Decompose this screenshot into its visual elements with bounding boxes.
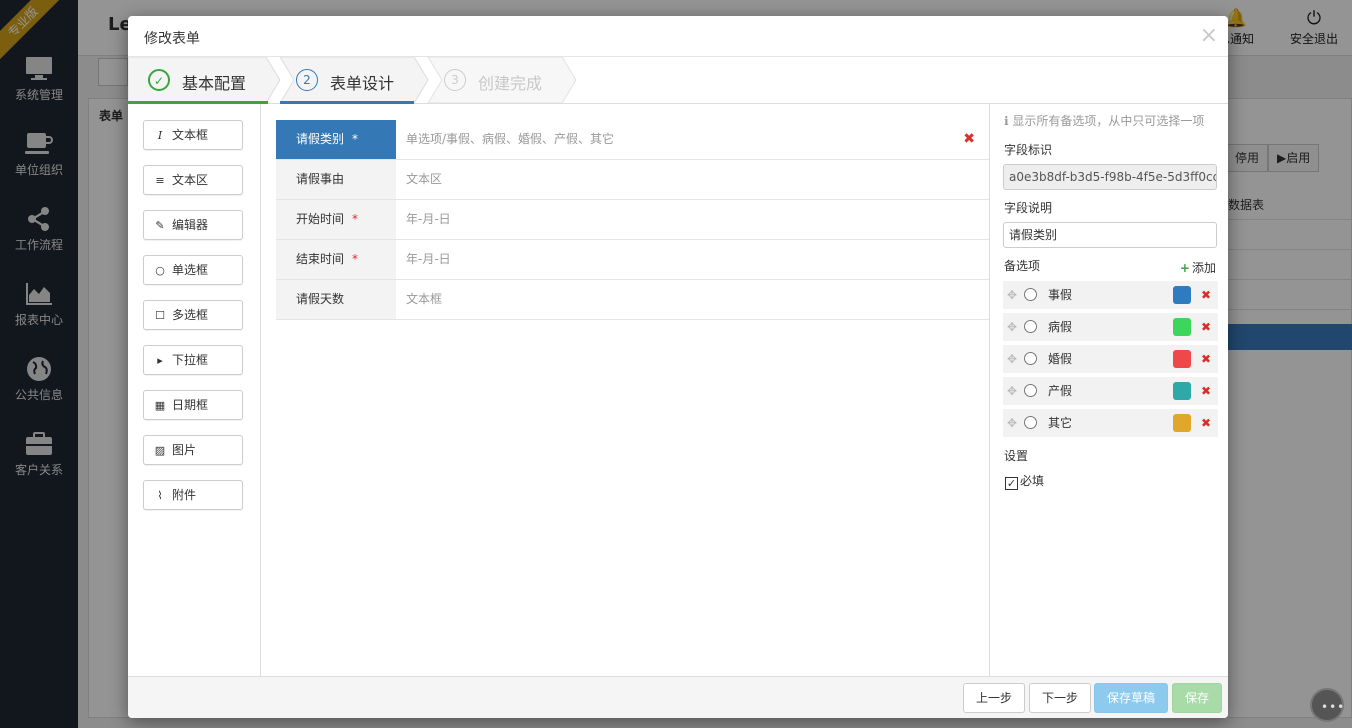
option-radio[interactable] bbox=[1024, 288, 1037, 301]
field-desc-input[interactable]: 请假类别 bbox=[1003, 222, 1217, 248]
radio-icon: ○ bbox=[155, 264, 165, 277]
control-textarea[interactable]: ≡ 文本区 bbox=[143, 165, 243, 195]
color-swatch[interactable] bbox=[1173, 414, 1191, 432]
modal-title: 修改表单 bbox=[144, 31, 200, 47]
image-icon: ▨ bbox=[154, 444, 166, 457]
drag-handle-icon[interactable]: ✥ bbox=[1007, 416, 1017, 430]
option-item[interactable]: ✥ 产假 ✖ bbox=[1003, 377, 1218, 405]
save-draft-button[interactable]: 保存草稿 bbox=[1094, 683, 1168, 713]
field-preview: 年-月-日 bbox=[406, 212, 451, 226]
field-id-input[interactable]: a0e3b8df-b3d5-f98b-4f5e-5d3ff0cc5 bbox=[1003, 164, 1217, 190]
dropdown-icon: ▸ bbox=[157, 354, 163, 367]
field-label: 请假事由 bbox=[276, 160, 396, 199]
drag-handle-icon[interactable]: ✥ bbox=[1007, 320, 1017, 334]
plus-icon: + bbox=[1179, 261, 1190, 275]
chat-bubble-icon[interactable]: ••• bbox=[1310, 688, 1344, 722]
color-swatch[interactable] bbox=[1173, 318, 1191, 336]
required-marker: * bbox=[352, 132, 359, 146]
paperclip-icon: ⌇ bbox=[157, 489, 163, 502]
checkbox-checked-icon[interactable]: ✓ bbox=[1005, 477, 1018, 490]
required-marker: * bbox=[352, 252, 359, 266]
prev-step-button[interactable]: 上一步 bbox=[963, 683, 1025, 713]
control-radio[interactable]: ○ 单选框 bbox=[143, 255, 243, 285]
option-item[interactable]: ✥ 婚假 ✖ bbox=[1003, 345, 1218, 373]
required-marker: * bbox=[352, 212, 359, 226]
delete-icon[interactable]: ✖ bbox=[1201, 288, 1211, 302]
add-option-button[interactable]: + 添加 bbox=[1180, 259, 1216, 276]
field-preview: 文本区 bbox=[406, 172, 443, 186]
drag-handle-icon[interactable]: ✥ bbox=[1007, 288, 1017, 302]
control-editor[interactable]: ✎ 编辑器 bbox=[143, 210, 243, 240]
required-checkbox[interactable]: ✓ 必填 bbox=[1005, 472, 1044, 490]
control-image[interactable]: ▨ 图片 bbox=[143, 435, 243, 465]
form-field-row[interactable]: 请假类别 * 单选项/事假、病假、婚假、产假、其它 ✖ bbox=[276, 120, 989, 160]
field-label: 开始时间 * bbox=[276, 200, 396, 239]
step-basic-config[interactable]: ✓ 基本配置 bbox=[128, 57, 268, 104]
editor-icon: ✎ bbox=[155, 219, 165, 232]
control-attachment[interactable]: ⌇ 附件 bbox=[143, 480, 243, 510]
calendar-icon: ▦ bbox=[154, 399, 166, 412]
form-field-row[interactable]: 请假事由 文本区 bbox=[276, 160, 989, 200]
field-preview: 单选项/事假、病假、婚假、产假、其它 bbox=[406, 132, 615, 146]
field-label: 请假天数 bbox=[276, 280, 396, 319]
control-palette: I 文本框 ≡ 文本区 ✎ 编辑器 ○ 单选框 ☐ 多选框 ▸ 下拉框 ▦ 日期框 ▨ 图片 ⌇… bbox=[128, 104, 261, 676]
field-label: 请假类别 * bbox=[276, 120, 396, 159]
form-field-row[interactable]: 开始时间 * 年-月-日 bbox=[276, 200, 989, 240]
edit-form-modal: 修改表单 × ✓ 基本配置 2 表单设计 3 创建完成 I 文本框 ≡ 文本区 ✎ 编… bbox=[128, 16, 1228, 718]
field-properties: ℹ 显示所有备选项，从中只可选择一项 字段标识 a0e3b8df-b3d5-f9… bbox=[989, 104, 1228, 676]
option-radio[interactable] bbox=[1024, 352, 1037, 365]
color-swatch[interactable] bbox=[1173, 286, 1191, 304]
settings-label: 设置 bbox=[1004, 449, 1029, 463]
modal-header: 修改表单 × bbox=[128, 16, 1228, 57]
delete-icon[interactable]: ✖ bbox=[1201, 416, 1211, 430]
option-item[interactable]: ✥ 病假 ✖ bbox=[1003, 313, 1218, 341]
control-date[interactable]: ▦ 日期框 bbox=[143, 390, 243, 420]
delete-icon[interactable]: ✖ bbox=[963, 132, 975, 146]
delete-icon[interactable]: ✖ bbox=[1201, 352, 1211, 366]
control-text-input[interactable]: I 文本框 bbox=[143, 120, 243, 150]
modal-footer: 上一步 下一步 保存草稿 保存 bbox=[128, 676, 1228, 718]
options-label: 备选项 bbox=[1004, 259, 1041, 273]
check-icon: ✓ bbox=[148, 69, 170, 91]
form-field-row[interactable]: 请假天数 文本框 bbox=[276, 280, 989, 320]
option-item[interactable]: ✥ 其它 ✖ bbox=[1003, 409, 1218, 437]
form-field-row[interactable]: 结束时间 * 年-月-日 bbox=[276, 240, 989, 280]
control-checkbox[interactable]: ☐ 多选框 bbox=[143, 300, 243, 330]
step-create-done[interactable]: 3 创建完成 bbox=[428, 57, 562, 103]
form-canvas: 请假类别 * 单选项/事假、病假、婚假、产假、其它 ✖ 请假事由 文本区 开始时间… bbox=[261, 104, 989, 676]
hint-text: ℹ 显示所有备选项，从中只可选择一项 bbox=[1004, 114, 1205, 128]
save-button[interactable]: 保存 bbox=[1172, 683, 1222, 713]
field-id-label: 字段标识 bbox=[1004, 143, 1053, 157]
field-preview: 年-月-日 bbox=[406, 252, 451, 266]
wizard-steps: ✓ 基本配置 2 表单设计 3 创建完成 bbox=[128, 57, 1228, 104]
step-form-design[interactable]: 2 表单设计 bbox=[280, 57, 414, 104]
option-item[interactable]: ✥ 事假 ✖ bbox=[1003, 281, 1218, 309]
option-radio[interactable] bbox=[1024, 416, 1037, 429]
textarea-icon: ≡ bbox=[155, 174, 165, 187]
close-icon[interactable]: × bbox=[1200, 23, 1218, 48]
option-radio[interactable] bbox=[1024, 320, 1037, 333]
text-input-icon: I bbox=[157, 129, 163, 142]
color-swatch[interactable] bbox=[1173, 382, 1191, 400]
delete-icon[interactable]: ✖ bbox=[1201, 384, 1211, 398]
field-preview: 文本框 bbox=[406, 292, 443, 306]
next-step-button[interactable]: 下一步 bbox=[1029, 683, 1091, 713]
field-label: 结束时间 * bbox=[276, 240, 396, 279]
drag-handle-icon[interactable]: ✥ bbox=[1007, 384, 1017, 398]
checkbox-icon: ☐ bbox=[155, 309, 165, 322]
color-swatch[interactable] bbox=[1173, 350, 1191, 368]
field-desc-label: 字段说明 bbox=[1004, 201, 1053, 215]
delete-icon[interactable]: ✖ bbox=[1201, 320, 1211, 334]
option-radio[interactable] bbox=[1024, 384, 1037, 397]
drag-handle-icon[interactable]: ✥ bbox=[1007, 352, 1017, 366]
control-dropdown[interactable]: ▸ 下拉框 bbox=[143, 345, 243, 375]
